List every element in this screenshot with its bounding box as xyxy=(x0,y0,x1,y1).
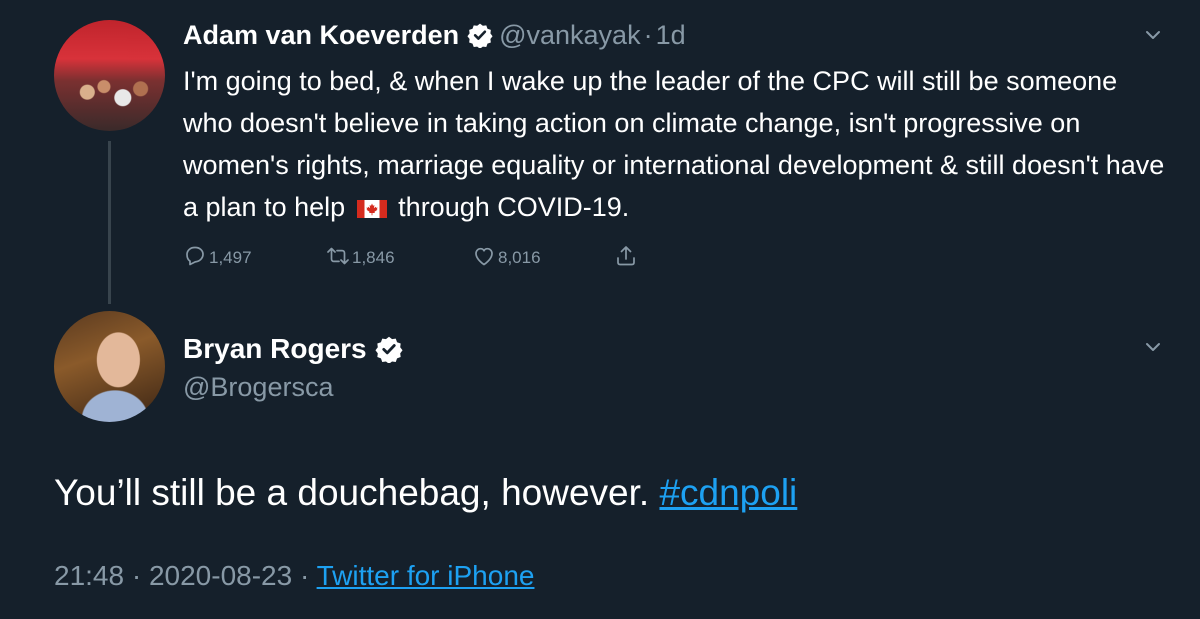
share-button[interactable] xyxy=(614,234,640,268)
parent-time-ago[interactable]: 1d xyxy=(656,20,686,51)
parent-handle[interactable]: @vankayak xyxy=(499,20,640,51)
reply-tweet-header: Bryan Rogers xyxy=(183,331,409,367)
tweet-time[interactable]: 21:48 xyxy=(54,560,124,591)
tweet-metadata: 21:48 · 2020-08-23 · Twitter for iPhone xyxy=(54,560,534,592)
thread-connector-line xyxy=(108,141,111,304)
canada-flag-icon xyxy=(356,200,387,218)
like-button[interactable]: 8,016 xyxy=(472,234,541,268)
avatar-adam-van-koeverden[interactable] xyxy=(54,20,165,131)
chevron-down-icon[interactable] xyxy=(1143,25,1163,45)
reply-count: 1,497 xyxy=(209,248,252,267)
retweet-button[interactable]: 1,846 xyxy=(326,234,395,268)
reply-handle[interactable]: @Brogersca xyxy=(183,372,333,403)
parent-header-separator: · xyxy=(643,19,653,50)
reply-icon xyxy=(186,246,204,266)
verified-badge-icon xyxy=(375,336,403,363)
meta-separator-1: · xyxy=(131,560,142,591)
tweet-date[interactable]: 2020-08-23 xyxy=(149,560,292,591)
verified-badge-icon xyxy=(467,23,493,48)
parent-text-main: I'm going to bed, & when I wake up the l… xyxy=(183,66,1165,222)
reply-button[interactable]: 1,497 xyxy=(183,234,252,268)
chevron-down-icon[interactable] xyxy=(1143,337,1163,357)
reply-display-name[interactable]: Bryan Rogers xyxy=(183,333,367,365)
hashtag-link[interactable]: #cdnpoli xyxy=(659,472,797,513)
parent-text-end: through COVID-19. xyxy=(398,192,630,222)
source-link[interactable]: Twitter for iPhone xyxy=(317,560,535,591)
like-count: 8,016 xyxy=(498,248,541,267)
parent-display-name[interactable]: Adam van Koeverden xyxy=(183,20,459,51)
meta-separator-2: · xyxy=(299,560,310,591)
parent-tweet-header: Adam van Koeverden @vankayak · 1d xyxy=(183,18,686,52)
retweet-count: 1,846 xyxy=(352,248,395,267)
heart-icon xyxy=(475,247,493,266)
parent-tweet-text: I'm going to bed, & when I wake up the l… xyxy=(183,60,1173,228)
parent-tweet-actions: 1,497 1,846 8,016 xyxy=(183,234,703,268)
reply-text-body: You’ll still be a douchebag, however. xyxy=(54,472,650,513)
retweet-icon xyxy=(327,247,349,265)
avatar-bryan-rogers[interactable] xyxy=(54,311,165,422)
reply-tweet-text: You’ll still be a douchebag, however. #c… xyxy=(54,472,797,514)
share-icon xyxy=(617,246,635,266)
